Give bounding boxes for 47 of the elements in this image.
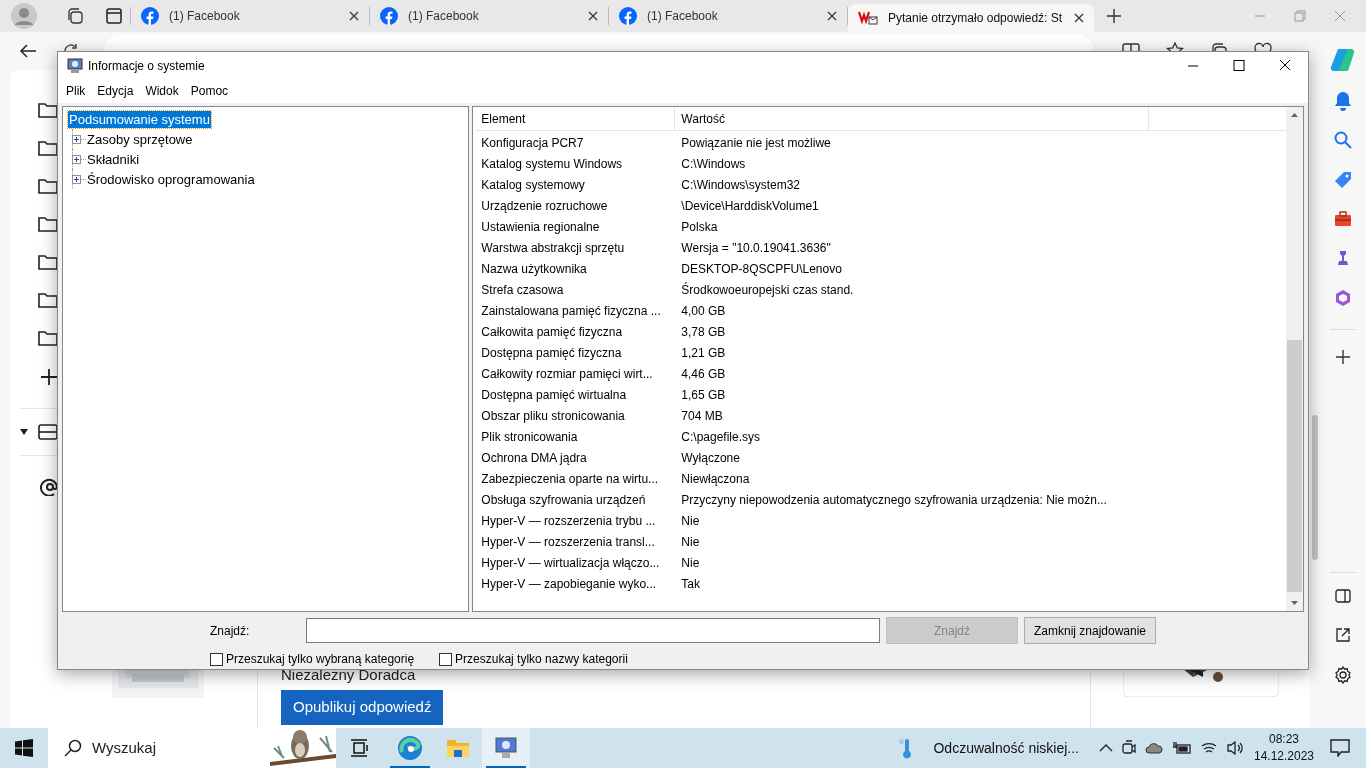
table-cell-text: Strefa czasowa (480, 281, 565, 299)
table-cell-text: 704 MB (680, 407, 724, 425)
table-cell-text: DESKTOP-8QSCPFU\Lenovo (680, 260, 843, 278)
table-cell-text: Ochrona DMA jądra (480, 449, 588, 467)
table-cell-text: 3,78 GB (680, 323, 727, 341)
table-cell-text: Powiązanie nie jest możliwe (680, 134, 832, 152)
table-cell-text: Nie (680, 512, 701, 530)
table-cell-text: Tak (680, 575, 702, 593)
table-cell-text: Dostępna pamięć fizyczna (480, 344, 623, 362)
table-cell-text: Nie (680, 554, 701, 572)
table-cell-text: Wersja = "10.0.19041.3636" (680, 239, 832, 257)
table-cell-text: Urządzenie rozruchowe (480, 197, 609, 215)
find-label: Znajdź: (210, 622, 251, 640)
table-cell-text: Warstwa abstrakcji sprzętu (480, 239, 626, 257)
table-cell-text: 1,21 GB (680, 344, 727, 362)
table-cell-text: 4,00 GB (680, 302, 727, 320)
table-cell-text: Hyper-V — wirtualizacja włączo... (480, 554, 661, 572)
table-cell-text: Niewłączona (680, 470, 751, 488)
table-cell-text: Wyłączone (680, 449, 741, 467)
table-cell-text: Polska (680, 218, 719, 236)
table-cell-text: Zainstalowana pamięć fizyczna ... (480, 302, 662, 320)
table-cell-text: Hyper-V — rozszerzenia transl... (480, 533, 656, 551)
table-cell-text: C:\pagefile.sys (680, 428, 762, 446)
table-cell-text: 4,46 GB (680, 365, 727, 383)
table-cell-text: Ustawienia regionalne (480, 218, 601, 236)
window-title: Informacje o systemie (88, 57, 205, 75)
table-cell-text: Nie (680, 533, 701, 551)
table-cell-text: Nazwa użytkownika (480, 260, 588, 278)
table-cell-text: Przyczyny niepowodzenia automatycznego szyfrowania urządzenia: Nie możn... (680, 491, 1108, 509)
table-cell-text: Zabezpieczenia oparte na wirtu... (480, 470, 660, 488)
table-cell-text: Hyper-V — rozszerzenia trybu ... (480, 512, 657, 530)
table-cell-text: Konfiguracja PCR7 (480, 134, 585, 152)
table-cell-text: Hyper-V — zapobieganie wyko... (480, 575, 658, 593)
table-cell-text: Całkowita pamięć fizyczna (480, 323, 624, 341)
table-cell-text: Dostępna pamięć wirtualna (480, 386, 628, 404)
table-cell-text: Całkowity rozmiar pamięci wirt... (480, 365, 654, 383)
table-cell-text: Katalog systemowy (480, 176, 586, 194)
author-label: Niezależny Doradca (281, 665, 417, 685)
table-cell-text: Plik stronicowania (480, 428, 579, 446)
table-cell-text: Obsługa szyfrowania urządzeń (480, 491, 647, 509)
table-cell-text: C:\Windows\system32 (680, 176, 802, 194)
table-cell-text: \Device\HarddiskVolume1 (680, 197, 820, 215)
table-cell-text: 1,65 GB (680, 386, 727, 404)
table-cell-text: C:\Windows (680, 155, 747, 173)
table-cell-text: Środkowoeuropejski czas stand. (680, 281, 855, 299)
table-cell-text: Obszar pliku stronicowania (480, 407, 626, 425)
table-cell-text: Katalog systemu Windows (480, 155, 624, 173)
